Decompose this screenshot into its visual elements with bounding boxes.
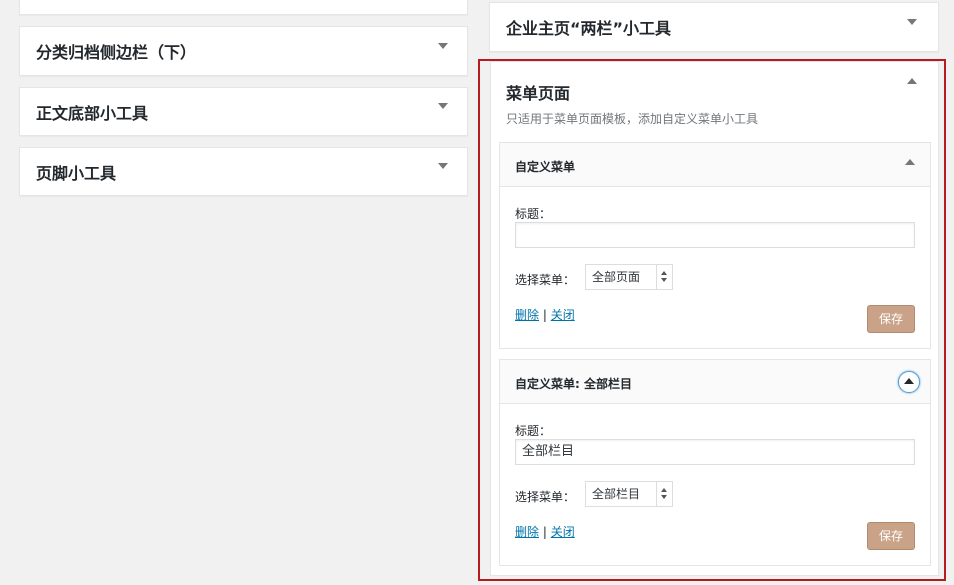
chevron-down-icon[interactable] xyxy=(907,19,917,25)
custom-menu-widget: 自定义菜单 标题： 选择菜单： 全部页面 删除 | 关闭 保存 xyxy=(499,142,931,349)
menu-select-value: 全部栏目 xyxy=(592,487,641,501)
chevron-down-icon[interactable] xyxy=(438,163,448,169)
menu-select[interactable]: 全部页面 xyxy=(585,264,673,290)
save-button[interactable]: 保存 xyxy=(867,522,915,550)
widget-area-menu-page: 菜单页面 只适用于菜单页面模板，添加自定义菜单小工具 自定义菜单 标题： 选择菜… xyxy=(490,61,939,576)
select-spinner-icon xyxy=(656,265,672,289)
title-input[interactable] xyxy=(515,222,915,248)
widget-control-links: 删除 | 关闭 xyxy=(515,306,575,323)
link-separator: | xyxy=(542,308,547,322)
widget-area-label: 页脚小工具 xyxy=(36,163,117,183)
widget-area-label: 分类归档侧边栏（下） xyxy=(36,43,197,62)
select-spinner-icon xyxy=(656,482,672,506)
title-input[interactable]: 全部栏目 xyxy=(515,439,915,465)
widget-area-title: 菜单页面 xyxy=(506,84,571,103)
widget-area-homepage-two-column[interactable]: 企业主页“两栏”小工具 xyxy=(489,2,939,52)
widget-title: 自定义菜单: 全部栏目 xyxy=(515,377,632,391)
title-field-label: 标题： xyxy=(515,424,552,438)
widget-header[interactable]: 自定义菜单: 全部栏目 xyxy=(500,360,930,404)
widget-header[interactable]: 自定义菜单 xyxy=(500,143,930,187)
chevron-down-icon[interactable] xyxy=(438,43,448,49)
chevron-down-icon[interactable] xyxy=(438,103,448,109)
menu-select-value: 全部页面 xyxy=(592,270,641,284)
menu-select-label: 选择菜单： xyxy=(515,490,576,504)
title-field-label: 标题： xyxy=(515,207,552,221)
widget-area-top-partial[interactable] xyxy=(19,0,468,15)
chevron-up-icon[interactable] xyxy=(907,78,917,84)
link-separator: | xyxy=(542,525,547,539)
custom-menu-widget: 自定义菜单: 全部栏目 标题： 全部栏目 选择菜单： 全部栏目 删除 | 关闭 … xyxy=(499,359,931,566)
save-button[interactable]: 保存 xyxy=(867,305,915,333)
close-link[interactable]: 关闭 xyxy=(551,525,575,539)
widget-title: 自定义菜单 xyxy=(515,160,576,174)
widget-area-description: 只适用于菜单页面模板，添加自定义菜单小工具 xyxy=(506,112,759,126)
widget-area-label: 企业主页“两栏”小工具 xyxy=(506,19,672,38)
menu-select-label: 选择菜单： xyxy=(515,273,576,287)
widget-area-category-archive-sidebar-bottom[interactable]: 分类归档侧边栏（下） xyxy=(19,26,468,76)
chevron-up-icon[interactable] xyxy=(905,159,915,165)
widget-area-footer[interactable]: 页脚小工具 xyxy=(19,147,468,196)
delete-link[interactable]: 删除 xyxy=(515,308,539,322)
close-link[interactable]: 关闭 xyxy=(551,308,575,322)
delete-link[interactable]: 删除 xyxy=(515,525,539,539)
widget-control-links: 删除 | 关闭 xyxy=(515,523,575,540)
widget-area-content-bottom[interactable]: 正文底部小工具 xyxy=(19,87,468,136)
widget-area-label: 正文底部小工具 xyxy=(36,103,149,123)
menu-select[interactable]: 全部栏目 xyxy=(585,481,673,507)
toggle-arrow-icon[interactable] xyxy=(898,371,920,393)
